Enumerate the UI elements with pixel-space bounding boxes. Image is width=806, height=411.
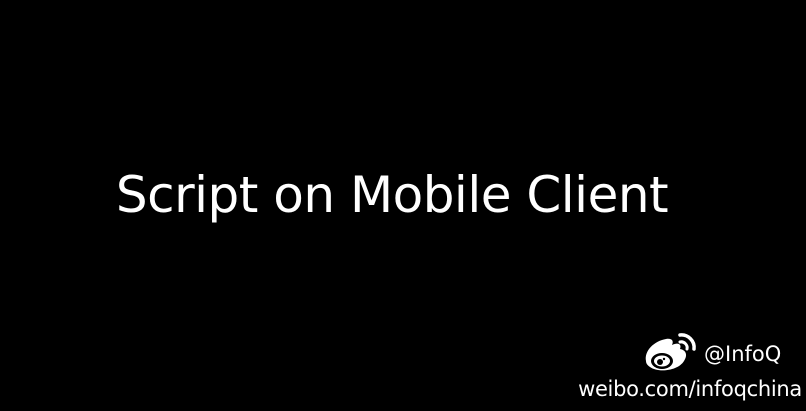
- weibo-url: weibo.com/infoqchina: [578, 377, 802, 401]
- slide-title: Script on Mobile Client: [115, 166, 669, 224]
- watermark: @InfoQ weibo.com/infoqchina: [552, 331, 802, 407]
- slide: Script on Mobile Client @InfoQ weibo.com…: [0, 0, 806, 411]
- weibo-logo-icon: [645, 333, 696, 371]
- weibo-handle: @InfoQ: [704, 342, 782, 366]
